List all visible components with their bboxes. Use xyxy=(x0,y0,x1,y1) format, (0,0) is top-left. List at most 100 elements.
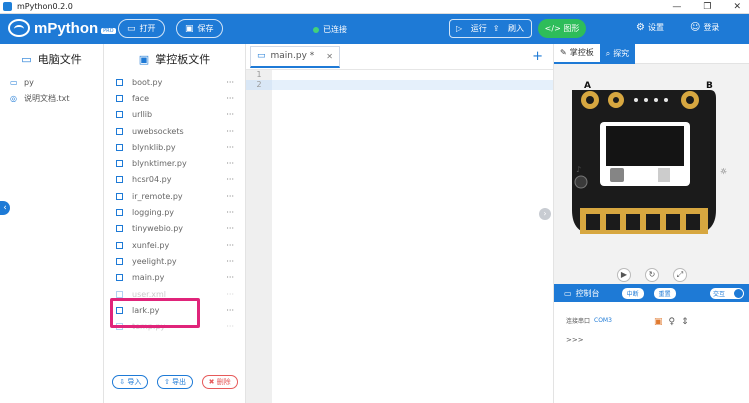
file-row[interactable]: blynklib.py ··· xyxy=(104,139,246,155)
checkbox[interactable] xyxy=(116,160,123,168)
checkbox[interactable] xyxy=(116,241,123,249)
interrupt-button[interactable]: 中断 xyxy=(621,287,644,299)
flash-button[interactable]: ⇪ 刷入 xyxy=(493,23,524,34)
more-icon[interactable]: ··· xyxy=(226,110,234,119)
active-line[interactable] xyxy=(272,80,553,90)
run-button[interactable]: ▷ 运行 xyxy=(456,23,487,34)
file-row[interactable]: boot.py ··· xyxy=(104,74,246,90)
checkbox[interactable] xyxy=(116,257,123,265)
pc-file-item[interactable]: ◎ 说明文档.txt xyxy=(0,90,103,106)
file-row[interactable]: hcsr04.py ··· xyxy=(104,172,246,188)
monitor-icon: ▭ xyxy=(21,52,32,66)
login-button[interactable]: ☺ 登录 xyxy=(690,22,719,33)
checkbox[interactable] xyxy=(116,290,123,298)
more-icon[interactable]: ··· xyxy=(226,143,234,152)
file-name: uwebsockets xyxy=(132,126,184,136)
more-icon[interactable]: ··· xyxy=(226,290,234,299)
file-row[interactable]: ir_remote.py ··· xyxy=(104,188,246,204)
led-1 xyxy=(634,98,638,102)
checkbox[interactable] xyxy=(116,127,123,135)
more-icon[interactable]: ··· xyxy=(226,127,234,136)
file-row[interactable]: xunfei.py ··· xyxy=(104,237,246,253)
save-button[interactable]: ▣ 保存 xyxy=(176,19,223,38)
more-icon[interactable]: ··· xyxy=(226,257,234,266)
checkbox[interactable] xyxy=(116,209,123,217)
logo-mark-icon xyxy=(8,19,30,37)
import-button[interactable]: ⇩ 导入 xyxy=(112,375,149,389)
delete-button[interactable]: ✖ 删除 xyxy=(201,375,238,389)
delete-label: 删除 xyxy=(216,378,231,386)
connector-slot xyxy=(626,214,640,230)
file-row[interactable]: face ··· xyxy=(104,90,246,106)
connector-slot xyxy=(606,214,620,230)
more-icon[interactable]: ··· xyxy=(226,273,234,282)
mic-icon[interactable]: ♀ xyxy=(669,317,676,327)
more-icon[interactable]: ··· xyxy=(226,306,234,315)
file-row[interactable]: yeelight.py ··· xyxy=(104,253,246,269)
repl-prompt[interactable]: >>> xyxy=(566,336,584,344)
more-icon[interactable]: ··· xyxy=(226,94,234,103)
connector-slot xyxy=(686,214,700,230)
settings-label: 设置 xyxy=(647,23,664,32)
minimize-button[interactable]: — xyxy=(672,2,681,12)
more-icon[interactable]: ··· xyxy=(226,192,234,201)
expand-button[interactable]: ⤢ xyxy=(673,268,687,282)
restart-button[interactable]: ↻ xyxy=(645,268,659,282)
console-title: 控制台 xyxy=(575,288,600,298)
file-row[interactable]: uwebsockets ··· xyxy=(104,123,246,139)
file-row[interactable]: tinywebio.py ··· xyxy=(104,221,246,237)
open-button[interactable]: ▭ 打开 xyxy=(118,19,165,38)
more-icon[interactable]: ··· xyxy=(226,159,234,168)
checkbox[interactable] xyxy=(116,78,123,86)
file-row[interactable]: urllib ··· xyxy=(104,107,246,123)
pc-file-item[interactable]: ▭ py xyxy=(0,74,103,90)
tab-board[interactable]: ✎ 掌控板 xyxy=(554,44,600,64)
editor-collapse-button[interactable]: › xyxy=(539,208,551,220)
run-flash-group: ▷ 运行 ⇪ 刷入 xyxy=(449,19,532,38)
file-row[interactable]: logging.py ··· xyxy=(104,204,246,220)
checkbox[interactable] xyxy=(116,176,123,184)
file-row[interactable]: main.py ··· xyxy=(104,270,246,286)
maximize-button[interactable]: ❐ xyxy=(703,2,711,12)
tab-main-py[interactable]: ▭ main.py * ✕ xyxy=(250,45,340,68)
clear-icon[interactable]: ▣ xyxy=(654,317,663,327)
more-icon[interactable]: ··· xyxy=(226,208,234,217)
more-icon[interactable]: ··· xyxy=(226,241,234,250)
light-sensor-icon: ☼ xyxy=(720,167,727,176)
export-label: 导出 xyxy=(172,378,187,386)
file-name: xunfei.py xyxy=(132,240,170,250)
connector-slot xyxy=(646,214,660,230)
play-button[interactable]: ▶ xyxy=(617,268,631,282)
connector-slot xyxy=(666,214,680,230)
checkbox[interactable] xyxy=(116,94,123,102)
doc-icon: ◎ xyxy=(10,93,17,103)
more-icon[interactable]: ··· xyxy=(226,322,234,331)
close-window-button[interactable]: ✕ xyxy=(733,2,741,12)
simulator-controls: ▶ ↻ ⤢ xyxy=(554,268,749,282)
checkbox[interactable] xyxy=(116,111,123,119)
more-icon[interactable]: ··· xyxy=(226,175,234,184)
more-icon[interactable]: ··· xyxy=(226,78,234,87)
file-name: yeelight.py xyxy=(132,256,177,266)
close-icon[interactable]: ✕ xyxy=(326,52,333,61)
export-button[interactable]: ⇧ 导出 xyxy=(156,375,194,389)
pc-file-name: py xyxy=(24,77,34,87)
refresh-icon: ↻ xyxy=(648,270,656,279)
interactive-toggle[interactable]: 交互 xyxy=(710,288,744,299)
file-row[interactable]: blynktimer.py ··· xyxy=(104,155,246,171)
chevron-updown-icon[interactable]: ⇕ xyxy=(681,317,689,327)
checkbox[interactable] xyxy=(116,192,123,200)
settings-button[interactable]: ⚙ 设置 xyxy=(636,22,664,33)
serial-port[interactable]: COM3 xyxy=(594,317,612,324)
add-tab-button[interactable]: + xyxy=(532,49,543,64)
graphic-mode-button[interactable]: </> 图形 xyxy=(538,19,586,38)
checkbox[interactable] xyxy=(116,274,123,282)
reset-button[interactable]: 重置 xyxy=(653,287,676,299)
chevron-right-icon: › xyxy=(543,209,547,218)
serial-connection: 连接串口 COM3 xyxy=(566,316,612,325)
oled-screen xyxy=(606,126,684,166)
checkbox[interactable] xyxy=(116,143,123,151)
more-icon[interactable]: ··· xyxy=(226,224,234,233)
tab-explore[interactable]: ⌕ 探究 xyxy=(599,43,636,64)
checkbox[interactable] xyxy=(116,225,123,233)
